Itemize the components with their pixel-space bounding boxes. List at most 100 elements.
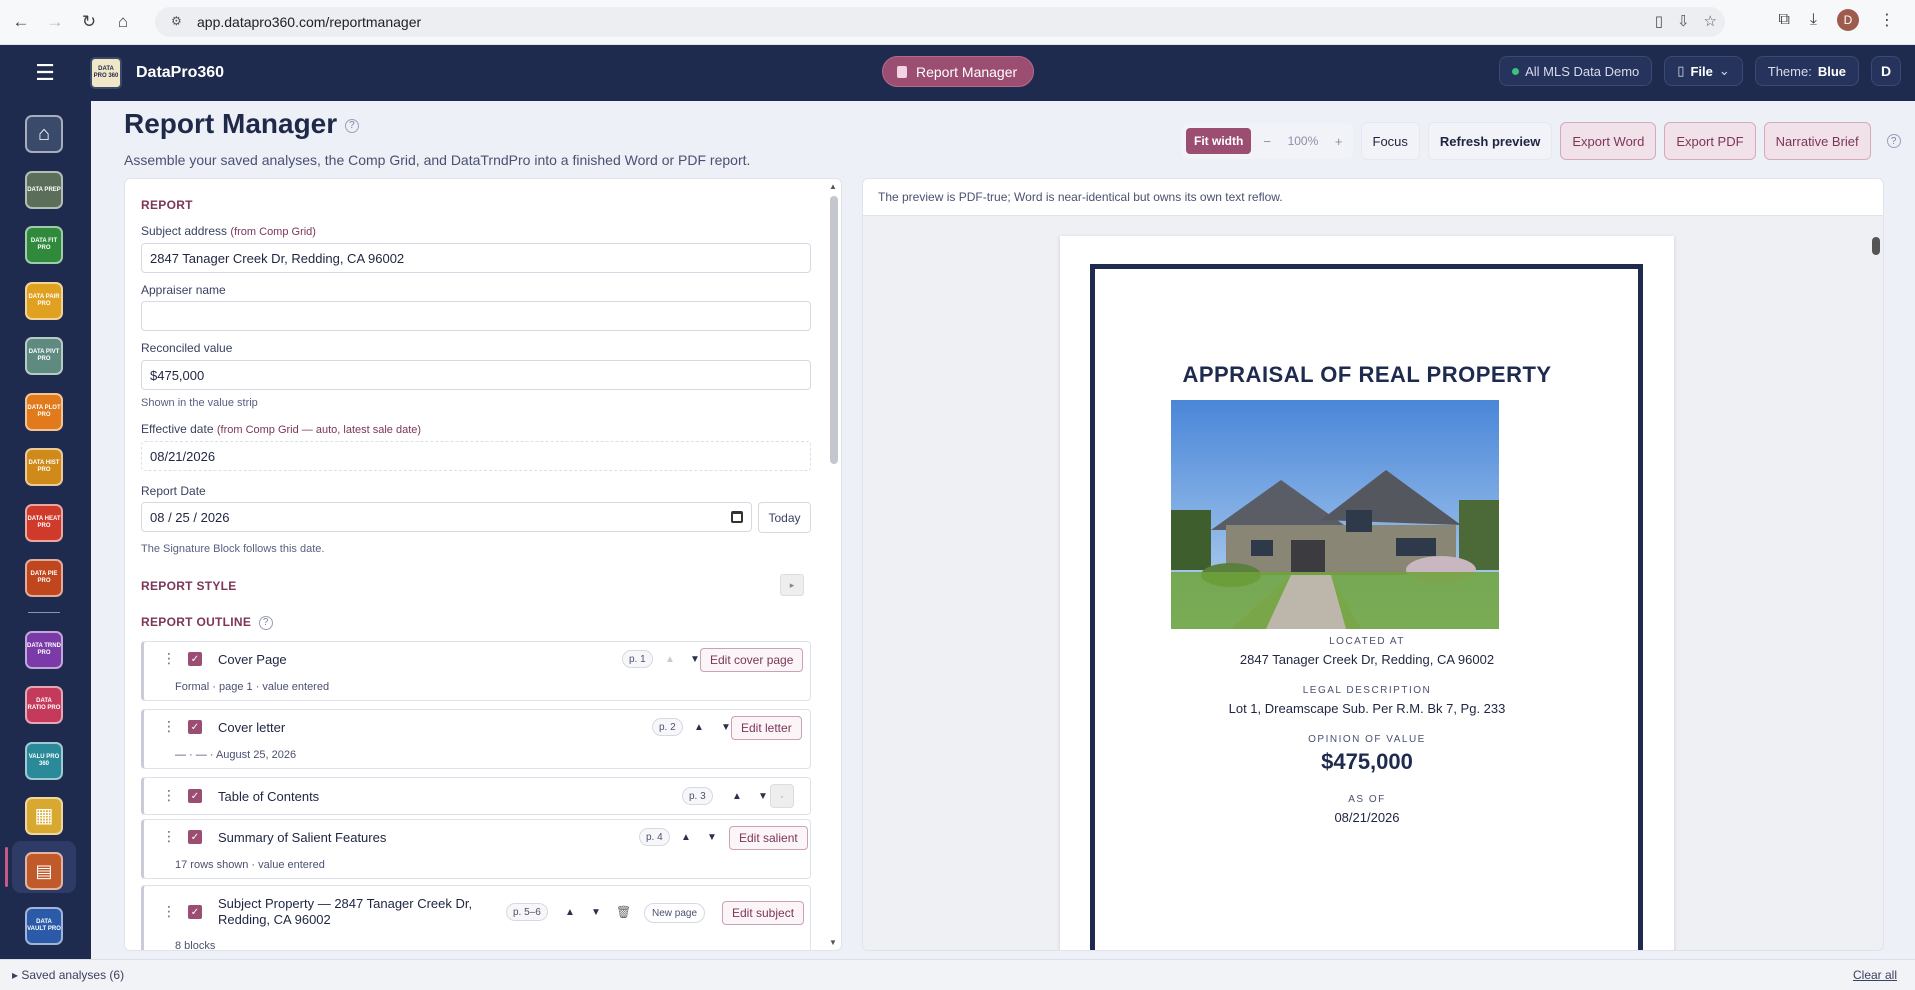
- report-manager-label: Report Manager: [916, 63, 1018, 80]
- rail-app-data-heat-pro-icon[interactable]: DATA HEAT PRO: [25, 504, 63, 542]
- scrollbar-thumb[interactable]: [830, 196, 838, 464]
- move-down-icon[interactable]: ▼: [707, 832, 717, 843]
- help-icon[interactable]: ?: [344, 118, 359, 133]
- rail-app-data-pie-pro-icon[interactable]: DATA PIE PRO: [25, 559, 63, 597]
- drag-handle-icon[interactable]: ⋮: [162, 903, 176, 920]
- rail-app-data-hist-pro-icon[interactable]: DATA HIST PRO: [25, 448, 63, 486]
- appraiser-name-input[interactable]: [141, 301, 811, 331]
- report-preview-panel: The preview is PDF-true; Word is near-id…: [862, 178, 1884, 951]
- drag-handle-icon[interactable]: ⋮: [162, 787, 176, 804]
- drag-handle-icon[interactable]: ⋮: [162, 828, 176, 845]
- export-word-button[interactable]: Export Word: [1560, 122, 1657, 160]
- scroll-up-icon[interactable]: ▲: [829, 182, 837, 191]
- export-pdf-button[interactable]: Export PDF: [1664, 122, 1756, 160]
- rail-app-data-trnd-pro-icon[interactable]: DATA TRND PRO: [25, 631, 63, 669]
- profile-avatar[interactable]: D: [1837, 9, 1859, 31]
- drag-handle-icon[interactable]: ⋮: [162, 650, 176, 667]
- reload-icon[interactable]: ↻: [76, 9, 102, 35]
- include-checkbox[interactable]: ✓: [188, 720, 202, 734]
- extensions-icon[interactable]: ⧉: [1778, 11, 1789, 29]
- preview-scrollbar-thumb[interactable]: [1872, 237, 1880, 255]
- clear-all-link[interactable]: Clear all: [1853, 968, 1897, 982]
- calendar-icon[interactable]: [731, 511, 743, 523]
- focus-button[interactable]: Focus: [1360, 122, 1420, 160]
- file-menu-button[interactable]: ▯ File ⌄: [1664, 56, 1743, 86]
- address-bar[interactable]: ⚙ app.datapro360.com/reportmanager ▯ ⇩ ☆: [155, 7, 1725, 37]
- move-down-icon[interactable]: ▼: [690, 654, 700, 665]
- outline-item-salient-features[interactable]: ⋮ ✓ Summary of Salient Features 17 rows …: [141, 819, 811, 879]
- move-up-icon[interactable]: ▲: [694, 722, 704, 733]
- url-text: app.datapro360.com/reportmanager: [197, 14, 422, 30]
- today-button[interactable]: Today: [758, 502, 811, 533]
- move-up-icon[interactable]: ▲: [681, 832, 691, 843]
- include-checkbox[interactable]: ✓: [188, 905, 202, 919]
- fit-width-button[interactable]: Fit width: [1186, 128, 1252, 154]
- edit-subject-button[interactable]: Edit subject: [722, 901, 805, 925]
- mls-data-chip[interactable]: All MLS Data Demo: [1499, 56, 1653, 86]
- reconciled-value-input[interactable]: $475,000: [141, 360, 811, 390]
- bookmark-star-icon[interactable]: ☆: [1704, 12, 1717, 30]
- page-icon[interactable]: ▯: [1655, 12, 1663, 30]
- section-report-title: REPORT: [141, 198, 193, 212]
- move-up-icon[interactable]: ▲: [732, 791, 742, 802]
- rail-app-data-ratio-pro-icon[interactable]: DATA RATIO PRO: [25, 686, 63, 724]
- outline-item-subject-property[interactable]: ⋮ ✓ Subject Property — 2847 Tanager Cree…: [141, 885, 811, 951]
- refresh-preview-button[interactable]: Refresh preview: [1427, 122, 1553, 160]
- install-icon[interactable]: ⇩: [1677, 12, 1690, 30]
- menu-dots-icon[interactable]: ⋮: [1879, 10, 1895, 30]
- rail-app-grid-icon[interactable]: ▦: [25, 797, 63, 835]
- site-info-icon[interactable]: ⚙: [171, 14, 187, 30]
- include-checkbox[interactable]: ✓: [188, 652, 202, 666]
- settings-scrollbar[interactable]: ▲ ▼: [826, 180, 840, 950]
- outline-item-subtitle: 8 blocks: [175, 940, 216, 951]
- rail-separator: [28, 612, 60, 613]
- toolbar-help-icon[interactable]: ?: [1886, 134, 1901, 148]
- back-icon[interactable]: ←: [8, 9, 34, 35]
- saved-analyses-toggle[interactable]: ▸ Saved analyses (6): [12, 968, 124, 982]
- rail-app-data-plot-pro-icon[interactable]: DATA PLOT PRO: [25, 393, 63, 431]
- theme-button[interactable]: Theme: Blue: [1754, 56, 1859, 86]
- drag-handle-icon[interactable]: ⋮: [162, 718, 176, 735]
- include-checkbox[interactable]: ✓: [188, 830, 202, 844]
- hamburger-menu-icon[interactable]: ☰: [0, 45, 90, 101]
- scroll-down-icon[interactable]: ▼: [829, 938, 837, 947]
- zoom-out-button[interactable]: −: [1257, 134, 1277, 149]
- edit-letter-button[interactable]: Edit letter: [731, 716, 802, 740]
- narrative-brief-button[interactable]: Narrative Brief: [1763, 122, 1871, 160]
- outline-item-cover-letter[interactable]: ⋮ ✓ Cover letter — · — · August 25, 2026…: [141, 709, 811, 769]
- report-date-input[interactable]: 08 / 25 / 2026: [141, 502, 752, 532]
- edit-cover-page-button[interactable]: Edit cover page: [700, 648, 804, 672]
- rail-app-data-pair-pro-icon[interactable]: DATA PAIR PRO: [25, 282, 63, 320]
- preview-scrollbar[interactable]: [1869, 215, 1883, 950]
- downloads-icon[interactable]: ⤓: [1810, 11, 1817, 29]
- move-down-icon[interactable]: ▼: [591, 907, 601, 918]
- outline-help-icon[interactable]: ?: [258, 615, 273, 630]
- subject-address-input[interactable]: 2847 Tanager Creek Dr, Redding, CA 96002: [141, 243, 811, 273]
- move-up-icon[interactable]: ▲: [565, 907, 575, 918]
- move-down-icon[interactable]: ▼: [758, 791, 768, 802]
- move-down-icon[interactable]: ▼: [721, 722, 731, 733]
- include-checkbox[interactable]: ✓: [188, 789, 202, 803]
- home-icon[interactable]: ⌂: [110, 9, 136, 35]
- edit-salient-button[interactable]: Edit salient: [729, 826, 808, 850]
- user-avatar[interactable]: D: [1871, 56, 1901, 86]
- rail-app-report-icon[interactable]: ▤: [25, 852, 63, 890]
- move-up-icon[interactable]: ▲: [665, 654, 675, 665]
- new-page-toggle[interactable]: New page: [644, 903, 706, 923]
- style-expand-button[interactable]: ▸: [780, 574, 804, 596]
- rail-app-data-vault-pro-icon[interactable]: DATA VAULT PRO: [25, 907, 63, 945]
- forward-icon[interactable]: →: [42, 9, 68, 35]
- trash-icon[interactable]: 🗑: [616, 905, 631, 919]
- zoom-in-button[interactable]: +: [1329, 134, 1349, 149]
- pdf-page: APPRAISAL OF REAL PROPERTY LOCATED AT 28…: [1060, 236, 1674, 950]
- rail-app-home-icon[interactable]: ⌂: [25, 115, 63, 153]
- outline-item-cover-page[interactable]: ⋮ ✓ Cover Page Formal · page 1 · value e…: [141, 641, 811, 701]
- status-dot-icon: [1512, 67, 1520, 75]
- toc-options-button[interactable]: ·: [770, 784, 794, 808]
- rail-app-data-pivt-pro-icon[interactable]: DATA PIVT PRO: [25, 337, 63, 375]
- rail-app-data-fit-pro-icon[interactable]: DATA FIT PRO: [25, 226, 63, 264]
- rail-app-data-prep-icon[interactable]: DATA PREP: [25, 171, 63, 209]
- outline-item-table-of-contents[interactable]: ⋮ ✓ Table of Contents p. 3 ▲ ▼ ·: [141, 777, 811, 815]
- rail-app-valu-pro-360-icon[interactable]: VALU PRO 360: [25, 742, 63, 780]
- report-manager-pill[interactable]: Report Manager: [882, 56, 1035, 87]
